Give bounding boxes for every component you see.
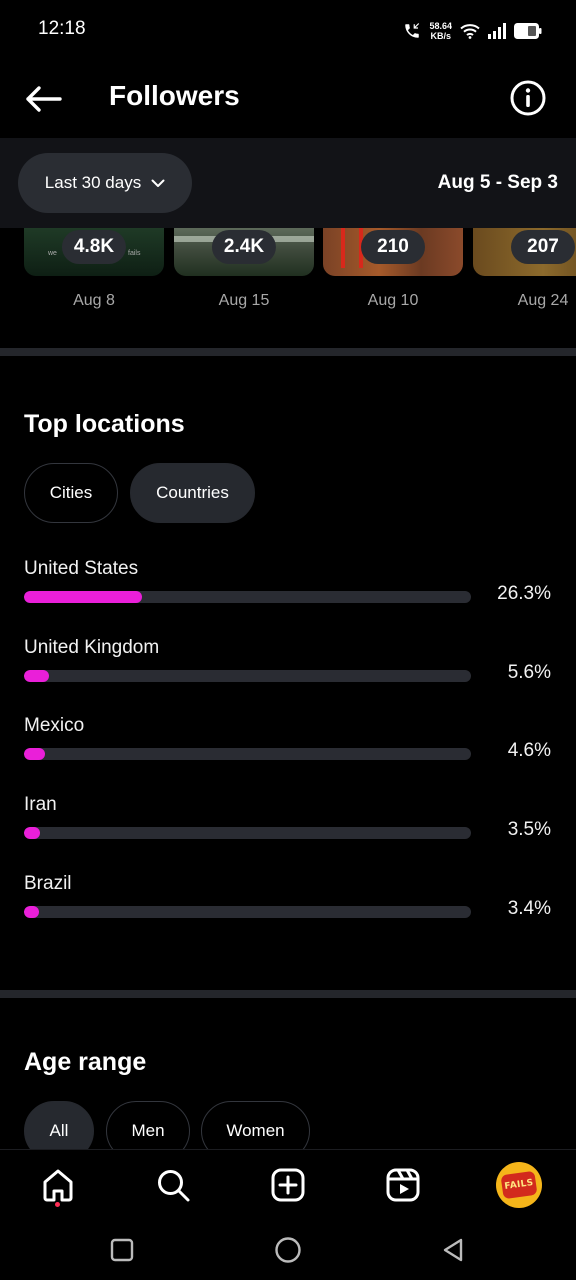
location-name: United Kingdom [24, 637, 160, 658]
chevron-down-icon [151, 179, 165, 187]
location-bar-track [24, 906, 471, 918]
tab-men-label: Men [131, 1121, 165, 1140]
battery-icon [514, 23, 542, 39]
post-thumbnail[interactable]: 210 [323, 228, 463, 276]
system-home-button[interactable] [273, 1235, 303, 1265]
post-thumbnail[interactable]: we fails 4.8K [24, 228, 164, 276]
recents-icon [110, 1238, 134, 1262]
tab-cities[interactable]: Cities [24, 463, 118, 523]
filter-bar: Last 30 days Aug 5 - Sep 3 [0, 138, 576, 228]
location-percent: 26.3% [497, 583, 551, 604]
profile-avatar[interactable]: FAILS [496, 1162, 542, 1208]
location-bar-track [24, 591, 471, 603]
bottom-nav: FAILS [0, 1149, 576, 1219]
home-icon [43, 1169, 73, 1202]
thumbnail-count: 210 [361, 230, 425, 264]
system-back-button[interactable] [438, 1235, 468, 1265]
info-button[interactable] [508, 78, 548, 118]
create-icon [271, 1168, 305, 1202]
location-bar-fill [24, 827, 40, 839]
net-speed: 58.64 KB/s [429, 21, 452, 41]
back-triangle-icon [443, 1238, 463, 1262]
location-bar-fill [24, 906, 40, 918]
location-percent: 4.6% [507, 740, 551, 761]
tab-countries[interactable]: Countries [130, 463, 255, 523]
thumbnail-date: Aug 15 [218, 292, 270, 309]
location-percent: 3.4% [507, 898, 551, 919]
thumbnail-date: Aug 8 [73, 292, 115, 309]
location-bar-fill [24, 591, 142, 603]
status-time: 12:18 [38, 18, 86, 39]
top-locations-title: Top locations [24, 410, 185, 438]
location-bar-fill [24, 670, 50, 682]
status-bar: 12:18 58.64 KB/s [0, 0, 576, 60]
tab-all-label: All [49, 1121, 69, 1140]
location-bar-track [24, 748, 471, 760]
range-dropdown[interactable]: Last 30 days [18, 153, 192, 213]
header: Followers [0, 60, 576, 138]
home-circle-icon [275, 1237, 301, 1263]
call-icon [403, 22, 421, 40]
thumbnail-caption-left: we [48, 250, 57, 257]
location-row: Brazil 3.4% [0, 873, 576, 951]
location-row: Mexico 4.6% [0, 715, 576, 793]
location-row: United States 26.3% [0, 558, 576, 636]
thumbnail-count: 4.8K [61, 230, 127, 264]
location-bar-track [24, 827, 471, 839]
thumbnail-count: 207 [511, 230, 575, 264]
post-thumbnail[interactable]: 2.4K [174, 228, 314, 276]
location-percent: 5.6% [507, 662, 551, 683]
location-name: Brazil [24, 873, 72, 894]
wifi-icon [460, 23, 480, 39]
thumbnail-date: Aug 10 [367, 292, 419, 309]
tab-women-label: Women [226, 1121, 285, 1140]
nav-create[interactable] [265, 1162, 311, 1208]
section-divider [0, 990, 576, 998]
system-nav [0, 1219, 576, 1280]
thumbnail-caption-right: fails [128, 250, 141, 257]
date-range: Aug 5 - Sep 3 [437, 172, 558, 193]
net-speed-value: 58.64 [429, 21, 452, 31]
arrow-left-icon [26, 86, 62, 112]
status-icons: 58.64 KB/s [403, 18, 542, 44]
nav-reels[interactable] [380, 1162, 426, 1208]
avatar-logo-text: FAILS [503, 1178, 535, 1192]
post-thumbnail[interactable]: 207 [473, 228, 576, 276]
post-thumbnails: we fails 4.8K Aug 8 2.4K Aug 15 210 Aug … [0, 228, 576, 318]
nav-search[interactable] [150, 1162, 196, 1208]
page-title: Followers [109, 80, 240, 111]
thumbnail-count: 2.4K [211, 230, 277, 264]
location-bar-track [24, 670, 471, 682]
location-row: United Kingdom 5.6% [0, 637, 576, 715]
tab-cities-label: Cities [49, 483, 93, 502]
thumbnail-date: Aug 24 [517, 292, 569, 309]
range-dropdown-label: Last 30 days [44, 173, 142, 192]
avatar-logo: FAILS [500, 1170, 538, 1200]
location-bar-fill [24, 748, 45, 760]
location-name: Iran [24, 794, 57, 815]
reels-icon [386, 1168, 420, 1202]
back-button[interactable] [22, 78, 64, 120]
signal-icon [488, 23, 506, 39]
tab-countries-label: Countries [156, 483, 229, 502]
location-name: United States [24, 558, 139, 579]
age-range-title: Age range [24, 1048, 147, 1076]
notification-dot [55, 1202, 60, 1207]
location-percent: 3.5% [507, 819, 551, 840]
section-divider [0, 348, 576, 356]
info-icon [510, 80, 546, 116]
net-speed-unit: KB/s [430, 31, 451, 41]
location-row: Iran 3.5% [0, 794, 576, 872]
search-icon [158, 1170, 190, 1202]
location-name: Mexico [24, 715, 85, 736]
recents-button[interactable] [107, 1235, 137, 1265]
